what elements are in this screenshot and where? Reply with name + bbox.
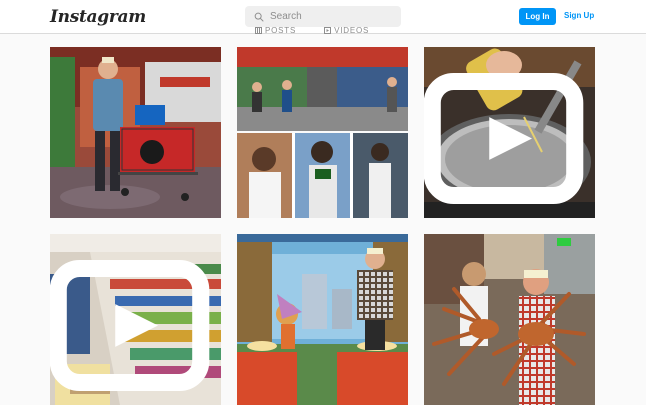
sign-up-link[interactable]: Sign Up	[564, 11, 594, 20]
search-icon	[254, 12, 264, 22]
search-box[interactable]	[245, 6, 401, 27]
grid-icon	[255, 27, 262, 34]
video-indicator-icon	[424, 72, 584, 205]
post-thumbnail[interactable]	[237, 47, 408, 218]
post-thumbnail[interactable]	[424, 234, 595, 405]
search-input[interactable]	[270, 11, 390, 22]
video-icon	[324, 27, 332, 34]
post-image	[424, 234, 595, 405]
tab-posts[interactable]: POSTS	[255, 26, 296, 35]
video-indicator-icon	[50, 259, 210, 392]
log-in-button[interactable]: Log In	[519, 8, 556, 25]
tab-videos-label: VIDEOS	[334, 26, 370, 35]
instagram-logo[interactable]: Instagram	[50, 7, 146, 27]
post-image	[50, 47, 221, 218]
post-thumbnail[interactable]	[50, 47, 221, 218]
post-thumbnail[interactable]	[50, 234, 221, 405]
post-image	[237, 47, 408, 218]
post-image	[237, 234, 408, 405]
post-thumbnail[interactable]	[237, 234, 408, 405]
profile-tabs: POSTS VIDEOS	[255, 26, 369, 35]
tab-posts-label: POSTS	[265, 26, 297, 35]
post-thumbnail[interactable]	[424, 47, 595, 218]
tab-videos[interactable]: VIDEOS	[324, 26, 369, 35]
